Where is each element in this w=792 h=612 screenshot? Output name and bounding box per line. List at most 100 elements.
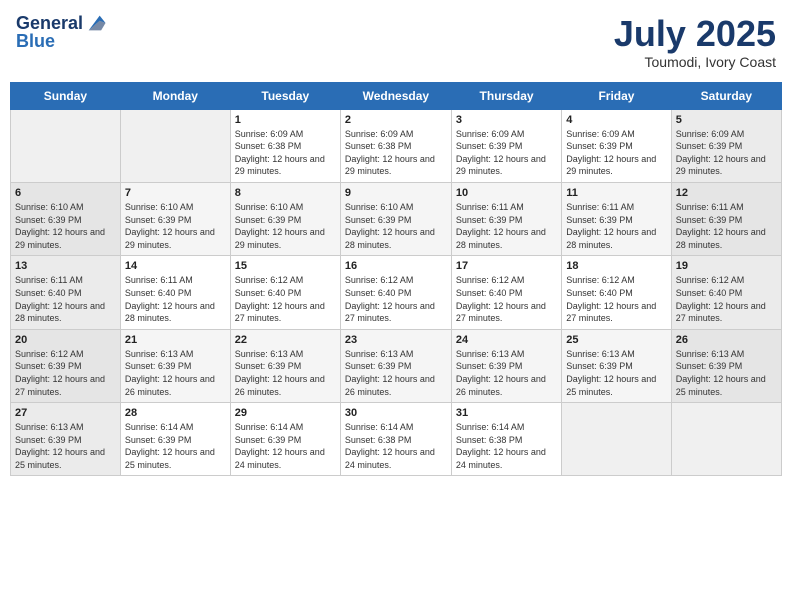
day-number: 24: [456, 334, 557, 346]
calendar-cell: 29 Sunrise: 6:14 AMSunset: 6:39 PMDayligh…: [230, 403, 340, 476]
day-number: 7: [125, 187, 226, 199]
calendar-cell: 17Sunrise: 6:12 AMSunset: 6:40 PMDayligh…: [451, 256, 561, 329]
day-info: Sunrise: 6:09 AMSunset: 6:38 PMDaylight:…: [235, 128, 336, 178]
col-tuesday: Tuesday: [230, 82, 340, 109]
day-info: Sunrise: 6:10 AMSunset: 6:39 PMDaylight:…: [15, 201, 116, 251]
calendar-cell: 9 Sunrise: 6:10 AMSunset: 6:39 PMDaylight…: [340, 182, 451, 255]
day-number: 21: [125, 334, 226, 346]
calendar-cell: 7 Sunrise: 6:10 AMSunset: 6:39 PMDaylight…: [120, 182, 230, 255]
day-number: 16: [345, 260, 447, 272]
calendar-cell: 23 Sunrise: 6:13 AMSunset: 6:39 PMDayligh…: [340, 329, 451, 402]
day-info: Sunrise: 6:13 AMSunset: 6:39 PMDaylight:…: [676, 348, 777, 398]
day-info: Sunrise: 6:13 AMSunset: 6:39 PMDaylight:…: [566, 348, 666, 398]
day-number: 18: [566, 260, 666, 272]
day-info: Sunrise: 6:11 AMSunset: 6:39 PMDaylight:…: [456, 201, 557, 251]
month-title: July 2025: [614, 14, 776, 54]
day-info: Sunrise: 6:10 AMSunset: 6:39 PMDaylight:…: [125, 201, 226, 251]
day-number: 25: [566, 334, 666, 346]
col-thursday: Thursday: [451, 82, 561, 109]
day-info: Sunrise: 6:11 AMSunset: 6:39 PMDaylight:…: [566, 201, 666, 251]
page-header: General Blue July 2025 Toumodi, Ivory Co…: [10, 10, 782, 74]
calendar-cell: 10 Sunrise: 6:11 AMSunset: 6:39 PMDayligh…: [451, 182, 561, 255]
calendar-cell: 28 Sunrise: 6:14 AMSunset: 6:39 PMDayligh…: [120, 403, 230, 476]
calendar-cell: 13 Sunrise: 6:11 AMSunset: 6:40 PMDayligh…: [11, 256, 121, 329]
col-saturday: Saturday: [671, 82, 781, 109]
calendar-week-row: 27 Sunrise: 6:13 AMSunset: 6:39 PMDayligh…: [11, 403, 782, 476]
calendar-cell: 3 Sunrise: 6:09 AMSunset: 6:39 PMDaylight…: [451, 109, 561, 182]
calendar-cell: [11, 109, 121, 182]
calendar-week-row: 20 Sunrise: 6:12 AMSunset: 6:39 PMDayligh…: [11, 329, 782, 402]
day-number: 2: [345, 114, 447, 126]
day-number: 23: [345, 334, 447, 346]
day-number: 1: [235, 114, 336, 126]
day-number: 31: [456, 407, 557, 419]
col-sunday: Sunday: [11, 82, 121, 109]
day-info: Sunrise: 6:09 AMSunset: 6:39 PMDaylight:…: [676, 128, 777, 178]
calendar-cell: 2 Sunrise: 6:09 AMSunset: 6:38 PMDaylight…: [340, 109, 451, 182]
day-info: Sunrise: 6:12 AMSunset: 6:40 PMDaylight:…: [345, 274, 447, 324]
calendar-cell: 19Sunrise: 6:12 AMSunset: 6:40 PMDayligh…: [671, 256, 781, 329]
calendar-cell: 11 Sunrise: 6:11 AMSunset: 6:39 PMDayligh…: [562, 182, 671, 255]
day-number: 27: [15, 407, 116, 419]
day-info: Sunrise: 6:11 AMSunset: 6:40 PMDaylight:…: [15, 274, 116, 324]
logo-text-blue: Blue: [16, 32, 107, 52]
day-number: 30: [345, 407, 447, 419]
calendar-cell: 14Sunrise: 6:11 AMSunset: 6:40 PMDayligh…: [120, 256, 230, 329]
col-monday: Monday: [120, 82, 230, 109]
day-number: 8: [235, 187, 336, 199]
calendar-cell: 20 Sunrise: 6:12 AMSunset: 6:39 PMDayligh…: [11, 329, 121, 402]
calendar-week-row: 13 Sunrise: 6:11 AMSunset: 6:40 PMDayligh…: [11, 256, 782, 329]
calendar-cell: 12Sunrise: 6:11 AMSunset: 6:39 PMDayligh…: [671, 182, 781, 255]
day-info: Sunrise: 6:11 AMSunset: 6:40 PMDaylight:…: [125, 274, 226, 324]
calendar-cell: [671, 403, 781, 476]
calendar-page: General Blue July 2025 Toumodi, Ivory Co…: [0, 0, 792, 612]
calendar-cell: 24 Sunrise: 6:13 AMSunset: 6:39 PMDayligh…: [451, 329, 561, 402]
day-info: Sunrise: 6:14 AMSunset: 6:38 PMDaylight:…: [345, 421, 447, 471]
calendar-cell: [562, 403, 671, 476]
day-info: Sunrise: 6:14 AMSunset: 6:39 PMDaylight:…: [125, 421, 226, 471]
day-info: Sunrise: 6:13 AMSunset: 6:39 PMDaylight:…: [125, 348, 226, 398]
day-info: Sunrise: 6:11 AMSunset: 6:39 PMDaylight:…: [676, 201, 777, 251]
calendar-cell: 25 Sunrise: 6:13 AMSunset: 6:39 PMDayligh…: [562, 329, 671, 402]
day-number: 10: [456, 187, 557, 199]
day-info: Sunrise: 6:09 AMSunset: 6:39 PMDaylight:…: [456, 128, 557, 178]
day-info: Sunrise: 6:10 AMSunset: 6:39 PMDaylight:…: [345, 201, 447, 251]
day-info: Sunrise: 6:13 AMSunset: 6:39 PMDaylight:…: [456, 348, 557, 398]
logo: General Blue: [16, 14, 107, 52]
day-number: 9: [345, 187, 447, 199]
day-number: 29: [235, 407, 336, 419]
day-info: Sunrise: 6:09 AMSunset: 6:38 PMDaylight:…: [345, 128, 447, 178]
day-number: 28: [125, 407, 226, 419]
day-info: Sunrise: 6:10 AMSunset: 6:39 PMDaylight:…: [235, 201, 336, 251]
calendar-week-row: 6Sunrise: 6:10 AMSunset: 6:39 PMDaylight…: [11, 182, 782, 255]
calendar-cell: 16 Sunrise: 6:12 AMSunset: 6:40 PMDayligh…: [340, 256, 451, 329]
calendar-header-row: Sunday Monday Tuesday Wednesday Thursday…: [11, 82, 782, 109]
day-number: 11: [566, 187, 666, 199]
day-info: Sunrise: 6:14 AMSunset: 6:39 PMDaylight:…: [235, 421, 336, 471]
day-info: Sunrise: 6:12 AMSunset: 6:40 PMDaylight:…: [235, 274, 336, 324]
day-info: Sunrise: 6:09 AMSunset: 6:39 PMDaylight:…: [566, 128, 666, 178]
day-number: 13: [15, 260, 116, 272]
calendar-cell: 18Sunrise: 6:12 AMSunset: 6:40 PMDayligh…: [562, 256, 671, 329]
calendar-cell: 30 Sunrise: 6:14 AMSunset: 6:38 PMDayligh…: [340, 403, 451, 476]
day-number: 4: [566, 114, 666, 126]
day-info: Sunrise: 6:13 AMSunset: 6:39 PMDaylight:…: [345, 348, 447, 398]
title-block: July 2025 Toumodi, Ivory Coast: [614, 14, 776, 70]
day-info: Sunrise: 6:13 AMSunset: 6:39 PMDaylight:…: [15, 421, 116, 471]
calendar-cell: 1 Sunrise: 6:09 AMSunset: 6:38 PMDaylight…: [230, 109, 340, 182]
day-info: Sunrise: 6:12 AMSunset: 6:40 PMDaylight:…: [676, 274, 777, 324]
calendar-cell: 21 Sunrise: 6:13 AMSunset: 6:39 PMDayligh…: [120, 329, 230, 402]
day-number: 17: [456, 260, 557, 272]
calendar-cell: 15 Sunrise: 6:12 AMSunset: 6:40 PMDayligh…: [230, 256, 340, 329]
day-number: 5: [676, 114, 777, 126]
day-number: 20: [15, 334, 116, 346]
location-subtitle: Toumodi, Ivory Coast: [614, 54, 776, 70]
calendar-cell: 6Sunrise: 6:10 AMSunset: 6:39 PMDaylight…: [11, 182, 121, 255]
col-friday: Friday: [562, 82, 671, 109]
day-info: Sunrise: 6:13 AMSunset: 6:39 PMDaylight:…: [235, 348, 336, 398]
day-number: 15: [235, 260, 336, 272]
day-number: 3: [456, 114, 557, 126]
calendar-table: Sunday Monday Tuesday Wednesday Thursday…: [10, 82, 782, 477]
calendar-cell: 31Sunrise: 6:14 AMSunset: 6:38 PMDayligh…: [451, 403, 561, 476]
day-info: Sunrise: 6:12 AMSunset: 6:39 PMDaylight:…: [15, 348, 116, 398]
